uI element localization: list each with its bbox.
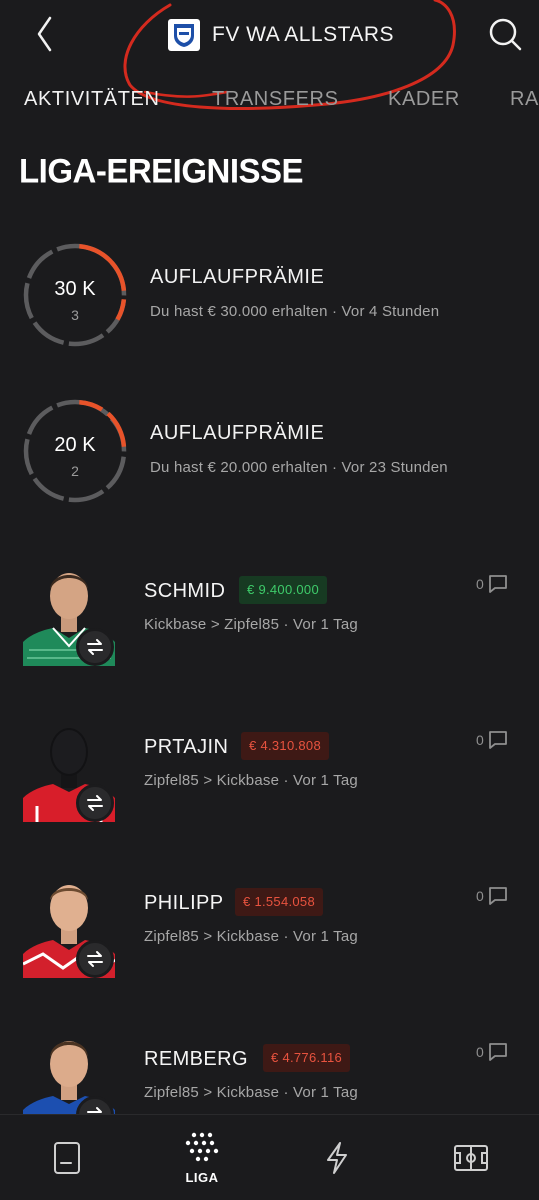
comment-count: 0 bbox=[476, 888, 484, 904]
bonus-count: 2 bbox=[71, 463, 79, 479]
player-name: PRTAJIN bbox=[144, 736, 229, 758]
league-dots-icon bbox=[185, 1132, 219, 1161]
bonus-count: 3 bbox=[71, 307, 79, 323]
comment-button[interactable]: 0 bbox=[476, 1040, 508, 1064]
back-button[interactable] bbox=[28, 12, 64, 56]
player-name: SCHMID bbox=[144, 580, 226, 602]
nav-lineup[interactable] bbox=[421, 1115, 521, 1200]
transfer-icon bbox=[76, 784, 114, 822]
document-icon bbox=[54, 1142, 80, 1174]
transfer-subtitle: Zipfel85 > Kickbase · Vor 1 Tag bbox=[144, 1084, 358, 1101]
comment-button[interactable]: 0 bbox=[476, 884, 508, 908]
bonus-subtitle: Du hast € 30.000 erhalten · Vor 4 Stunde… bbox=[150, 303, 440, 320]
transfer-icon bbox=[76, 628, 114, 666]
comment-button[interactable]: 0 bbox=[476, 572, 508, 596]
bonus-title: AUFLAUFPRÄMIE bbox=[150, 422, 325, 444]
price-badge: € 9.400.000 bbox=[239, 576, 327, 604]
pitch-icon bbox=[454, 1145, 488, 1171]
search-icon bbox=[489, 18, 522, 51]
team-name: FV WA ALLSTARS bbox=[212, 23, 395, 46]
tab-aktivitaeten[interactable]: AKTIVITÄTEN bbox=[24, 88, 160, 111]
transfer-subtitle: Zipfel85 > Kickbase · Vor 1 Tag bbox=[144, 928, 358, 945]
price-badge: € 4.310.808 bbox=[241, 732, 329, 760]
comment-button[interactable]: 0 bbox=[476, 728, 508, 752]
nav-live[interactable] bbox=[287, 1115, 387, 1200]
price-badge: € 1.554.058 bbox=[235, 888, 323, 916]
comment-icon bbox=[488, 575, 507, 593]
nav-news[interactable] bbox=[17, 1115, 117, 1200]
tab-transfers[interactable]: TRANSFERS bbox=[212, 88, 339, 111]
team-title[interactable]: FV WA ALLSTARS bbox=[168, 18, 394, 52]
tab-kader[interactable]: KADER bbox=[388, 88, 460, 111]
comment-icon bbox=[488, 1043, 507, 1061]
team-crest-icon bbox=[168, 19, 200, 51]
lightning-icon bbox=[327, 1142, 347, 1174]
comment-icon bbox=[488, 731, 507, 749]
table-row[interactable]: PHILIPP € 1.554.058 Zipfel85 > Kickbase … bbox=[0, 872, 539, 992]
comment-count: 0 bbox=[476, 732, 484, 748]
bonus-title: AUFLAUFPRÄMIE bbox=[150, 266, 325, 288]
transfer-subtitle: Zipfel85 > Kickbase · Vor 1 Tag bbox=[144, 772, 358, 789]
nav-liga[interactable]: LIGA bbox=[152, 1115, 252, 1200]
player-name: REMBERG bbox=[144, 1048, 248, 1070]
page-title: LIGA-EREIGNISSE bbox=[19, 151, 304, 190]
bonus-amount: 20 K bbox=[54, 434, 96, 456]
price-badge: € 4.776.116 bbox=[263, 1044, 351, 1072]
bottom-navigation: LIGA bbox=[0, 1114, 539, 1200]
transfer-icon bbox=[76, 940, 114, 978]
bonus-amount: 30 K bbox=[54, 278, 96, 300]
comment-icon bbox=[488, 887, 507, 905]
list-item[interactable]: 30 K 3 AUFLAUFPRÄMIE Du hast € 30.000 er… bbox=[0, 242, 539, 362]
chevron-left-icon bbox=[37, 16, 52, 52]
comment-count: 0 bbox=[476, 576, 484, 592]
transfer-subtitle: Kickbase > Zipfel85 · Vor 1 Tag bbox=[144, 616, 358, 633]
table-row[interactable]: SCHMID € 9.400.000 Kickbase > Zipfel85 ·… bbox=[0, 560, 539, 680]
tab-ranking[interactable]: RA bbox=[510, 88, 539, 111]
search-button[interactable] bbox=[485, 14, 525, 54]
tab-bar: AKTIVITÄTEN TRANSFERS KADER RA bbox=[0, 84, 539, 116]
nav-liga-label: LIGA bbox=[185, 1169, 219, 1185]
comment-count: 0 bbox=[476, 1044, 484, 1060]
bonus-subtitle: Du hast € 20.000 erhalten · Vor 23 Stund… bbox=[150, 459, 448, 476]
table-row[interactable]: PRTAJIN € 4.310.808 Zipfel85 > Kickbase … bbox=[0, 716, 539, 836]
app-header: FV WA ALLSTARS bbox=[0, 0, 539, 70]
player-name: PHILIPP bbox=[144, 892, 224, 914]
list-item[interactable]: 20 K 2 AUFLAUFPRÄMIE Du hast € 20.000 er… bbox=[0, 398, 539, 518]
